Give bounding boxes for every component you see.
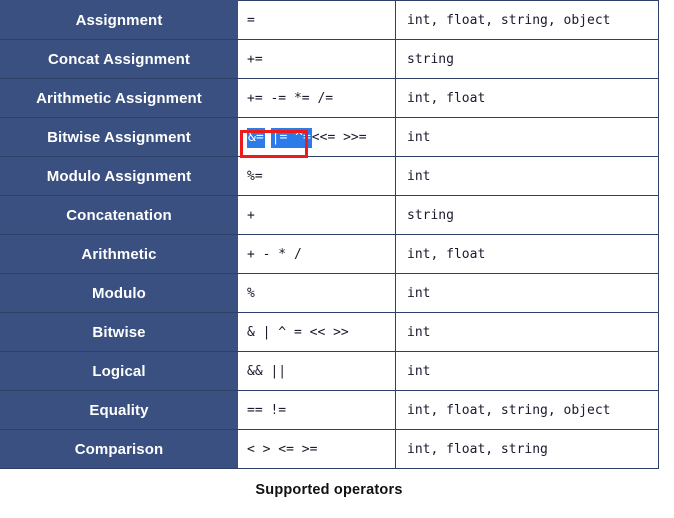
supported-types-cell: int	[395, 351, 659, 391]
table-row: Comparison < > <= >= int, float, string	[0, 429, 659, 469]
operators-cell: +	[237, 195, 396, 235]
operator-category-cell: Equality	[0, 390, 238, 430]
screenshot-root: Assignment = int, float, string, object …	[0, 0, 674, 518]
table-row: Concatenation + string	[0, 195, 659, 235]
supported-types-cell: int, float	[395, 234, 659, 274]
supported-types-cell: int	[395, 156, 659, 196]
supported-types-cell: string	[395, 195, 659, 235]
figure-caption: Supported operators	[255, 482, 403, 498]
operators-cell-selected[interactable]: &= |= ^=<<= >>=	[237, 117, 396, 157]
operators-cell: +=	[237, 39, 396, 79]
operators-cell: += -= *= /=	[237, 78, 396, 118]
supported-types-cell: int, float, string, object	[395, 390, 659, 430]
operator-category-cell: Logical	[0, 351, 238, 391]
operators-cell: & | ^ = << >>	[237, 312, 396, 352]
table-row: Arithmetic + - * / int, float	[0, 234, 659, 274]
supported-operators-table: Assignment = int, float, string, object …	[0, 0, 659, 469]
operators-cell: %=	[237, 156, 396, 196]
table-body: Assignment = int, float, string, object …	[0, 0, 659, 469]
table-row: Assignment = int, float, string, object	[0, 0, 659, 40]
selected-text-part-2[interactable]: |= ^=	[270, 127, 312, 148]
operators-cell: %	[237, 273, 396, 313]
table-row: Logical && || int	[0, 351, 659, 391]
table-row-bitwise-assignment: Bitwise Assignment &= |= ^=<<= >>= int	[0, 117, 659, 157]
supported-types-cell: string	[395, 39, 659, 79]
selected-text-part-1[interactable]: &=	[247, 127, 265, 148]
operators-cell: + - * /	[237, 234, 396, 274]
operator-category-cell: Modulo	[0, 273, 238, 313]
operator-category-cell: Bitwise	[0, 312, 238, 352]
supported-types-cell: int, float, string, object	[395, 0, 659, 40]
operator-category-cell: Comparison	[0, 429, 238, 469]
operators-trailing-text: <<= >>=	[311, 129, 367, 145]
table-row: Equality == != int, float, string, objec…	[0, 390, 659, 430]
operator-category-cell: Assignment	[0, 0, 238, 40]
operators-cell: =	[237, 0, 396, 40]
operator-category-cell: Bitwise Assignment	[0, 117, 238, 157]
table-row: Modulo % int	[0, 273, 659, 313]
supported-types-cell: int	[395, 312, 659, 352]
operator-category-cell: Concat Assignment	[0, 39, 238, 79]
operator-category-cell: Arithmetic Assignment	[0, 78, 238, 118]
supported-types-cell: int, float, string	[395, 429, 659, 469]
table-row: Bitwise & | ^ = << >> int	[0, 312, 659, 352]
table-row: Modulo Assignment %= int	[0, 156, 659, 196]
operator-category-cell: Arithmetic	[0, 234, 238, 274]
operators-cell: == !=	[237, 390, 396, 430]
operator-category-cell: Modulo Assignment	[0, 156, 238, 196]
operators-cell: && ||	[237, 351, 396, 391]
operators-cell: < > <= >=	[237, 429, 396, 469]
supported-types-cell: int	[395, 117, 659, 157]
operators-selection-wrapper: &= |= ^=<<= >>=	[247, 127, 367, 148]
operator-category-cell: Concatenation	[0, 195, 238, 235]
table-row: Concat Assignment += string	[0, 39, 659, 79]
table-row: Arithmetic Assignment += -= *= /= int, f…	[0, 78, 659, 118]
supported-types-cell: int, float	[395, 78, 659, 118]
supported-types-cell: int	[395, 273, 659, 313]
